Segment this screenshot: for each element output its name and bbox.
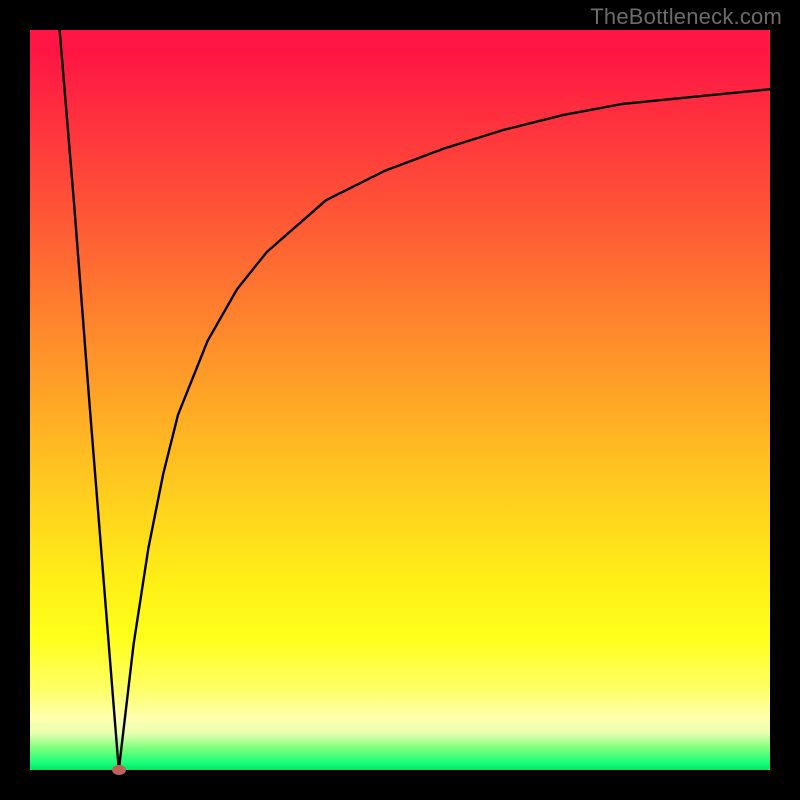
vertex-marker — [112, 765, 126, 775]
chart-frame: TheBottleneck.com — [0, 0, 800, 800]
watermark-text: TheBottleneck.com — [590, 4, 782, 30]
bottleneck-curve — [60, 30, 770, 770]
plot-area — [30, 30, 770, 770]
curve-layer — [30, 30, 770, 770]
